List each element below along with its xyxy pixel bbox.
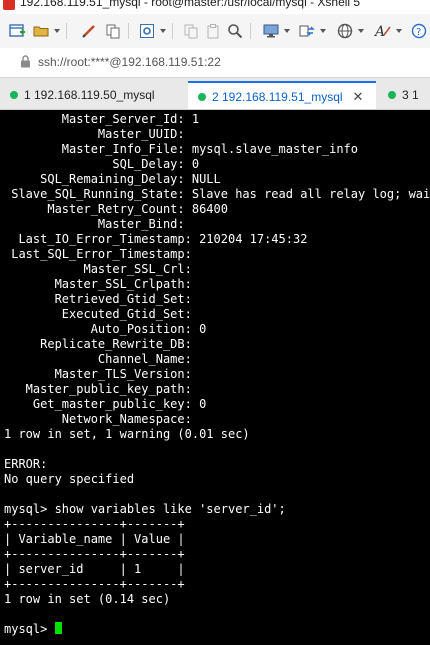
terminal-prompt: mysql> bbox=[4, 622, 55, 636]
terminal-line: Executed_Gtid_Set: bbox=[4, 307, 192, 321]
address-text: ssh://root:****@192.168.119.51:22 bbox=[38, 55, 221, 69]
terminal-prompt-line[interactable]: mysql> bbox=[4, 622, 62, 637]
tab-label: 2 192.168.119.51_mysql bbox=[212, 90, 343, 104]
title-bar: 192.168.119.51_mysql - root@master:/usr/… bbox=[0, 0, 430, 14]
copy-disabled-icon[interactable] bbox=[182, 22, 200, 40]
chevron-down-icon[interactable] bbox=[284, 29, 290, 33]
terminal-line: ERROR: bbox=[4, 457, 48, 471]
terminal-output[interactable]: Master_Server_Id: 1 Master_UUID: Master_… bbox=[0, 110, 430, 645]
tab-session-3[interactable]: 3 1 bbox=[378, 81, 430, 109]
terminal-line: Auto_Position: 0 bbox=[4, 322, 207, 336]
chevron-down-icon[interactable] bbox=[160, 29, 166, 33]
chevron-down-icon[interactable] bbox=[358, 29, 364, 33]
terminal-line: Master_Bind: bbox=[4, 217, 185, 231]
globe-icon[interactable] bbox=[336, 22, 354, 40]
open-folder-icon[interactable] bbox=[32, 22, 50, 40]
terminal-line: SQL_Delay: 0 bbox=[4, 157, 200, 171]
terminal-line: Master_SSL_Crlpath: bbox=[4, 277, 192, 291]
terminal-line: Replicate_Rewrite_DB: bbox=[4, 337, 192, 351]
svg-text:A: A bbox=[374, 24, 385, 39]
terminal-line: Last_SQL_Error_Timestamp: bbox=[4, 247, 192, 261]
chevron-down-icon[interactable] bbox=[396, 29, 402, 33]
tab-session-2[interactable]: 2 192.168.119.51_mysql ✕ bbox=[188, 81, 376, 109]
terminal-line: +---------------+-------+ bbox=[4, 577, 185, 591]
status-dot-icon bbox=[198, 93, 206, 101]
terminal-line: SQL_Remaining_Delay: NULL bbox=[4, 172, 221, 186]
terminal-line: +---------------+-------+ bbox=[4, 517, 185, 531]
terminal-line: Master_UUID: bbox=[4, 127, 185, 141]
terminal-line: Retrieved_Gtid_Set: bbox=[4, 292, 192, 306]
app-icon bbox=[3, 0, 15, 10]
terminal-line: Get_master_public_key: 0 bbox=[4, 397, 207, 411]
font-icon[interactable]: A bbox=[374, 22, 392, 40]
lock-icon bbox=[20, 55, 31, 73]
terminal-line: Master_SSL_Crl: bbox=[4, 262, 192, 276]
pen-icon[interactable] bbox=[80, 22, 98, 40]
terminal-line: Slave_SQL_Running_State: Slave has read … bbox=[11, 187, 430, 201]
close-icon[interactable]: ✕ bbox=[353, 89, 364, 105]
terminal-cursor bbox=[54, 622, 62, 634]
terminal-line: Master_TLS_Version: bbox=[4, 367, 192, 381]
tab-label: 3 1 bbox=[402, 88, 419, 102]
terminal-line: Master_Server_Id: 1 bbox=[4, 112, 200, 126]
terminal-line: +---------------+-------+ bbox=[4, 547, 185, 561]
terminal-line: 1 row in set (0.14 sec) bbox=[4, 592, 171, 606]
chevron-down-icon[interactable] bbox=[54, 29, 60, 33]
terminal-line: | Variable_name | Value | bbox=[4, 532, 185, 546]
terminal-line: Last_IO_Error_Timestamp: 210204 17:45:32 bbox=[4, 232, 308, 246]
window-title: 192.168.119.51_mysql - root@master:/usr/… bbox=[20, 0, 361, 9]
find-icon[interactable] bbox=[226, 22, 244, 40]
new-session-icon[interactable] bbox=[8, 22, 26, 40]
status-dot-icon bbox=[10, 91, 18, 99]
toolbar-divider bbox=[128, 23, 129, 39]
terminal-line: Master_public_key_path: bbox=[4, 382, 192, 396]
copy-icon[interactable] bbox=[104, 22, 122, 40]
toolbar-divider bbox=[172, 23, 173, 39]
svg-text:?: ? bbox=[416, 27, 421, 38]
toolbar: A ? bbox=[0, 14, 430, 49]
paste-disabled-icon[interactable] bbox=[204, 22, 222, 40]
terminal-line: Network_Namespace: bbox=[4, 412, 192, 426]
tab-session-1[interactable]: 1 192.168.119.50_mysql bbox=[0, 81, 186, 109]
tab-bar: 1 192.168.119.50_mysql 2 192.168.119.51_… bbox=[0, 78, 430, 110]
address-bar[interactable]: ssh://root:****@192.168.119.51:22 bbox=[0, 48, 430, 78]
chevron-down-icon[interactable] bbox=[320, 29, 326, 33]
help-icon[interactable]: ? bbox=[410, 22, 428, 40]
terminal-line: Master_Info_File: mysql.slave_master_inf… bbox=[4, 142, 359, 156]
terminal-line: Master_Retry_Count: 86400 bbox=[4, 202, 228, 216]
transfer-icon[interactable] bbox=[298, 22, 316, 40]
status-dot-icon bbox=[388, 91, 396, 99]
terminal-line: mysql> show variables like 'server_id'; bbox=[4, 502, 286, 516]
terminal-line: Channel_Name: bbox=[4, 352, 192, 366]
toolbar-divider bbox=[250, 23, 251, 39]
terminal-line: | server_id | 1 | bbox=[4, 562, 185, 576]
terminal-line: No query specified bbox=[4, 472, 135, 486]
tab-label: 1 192.168.119.50_mysql bbox=[24, 88, 155, 102]
terminal-line: 1 row in set, 1 warning (0.01 sec) bbox=[4, 427, 250, 441]
properties-icon[interactable] bbox=[138, 22, 156, 40]
toolbar-divider bbox=[66, 23, 67, 39]
monitor-icon[interactable] bbox=[262, 22, 280, 40]
